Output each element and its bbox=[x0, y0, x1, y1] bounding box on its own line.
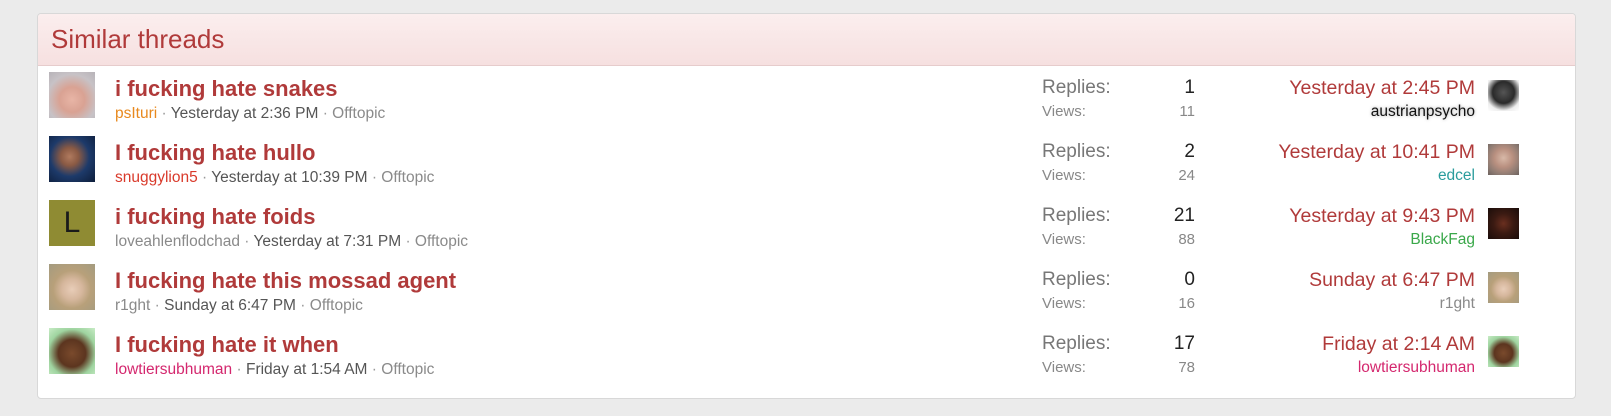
replies-label: Replies: bbox=[1042, 333, 1111, 354]
meta-separator: · bbox=[161, 105, 167, 122]
last-poster-avatar[interactable] bbox=[1488, 208, 1519, 239]
thread-meta: loveahlenflodchad · Yesterday at 7:31 PM… bbox=[115, 233, 468, 251]
thread-date[interactable]: Yesterday at 7:31 PM bbox=[253, 233, 401, 250]
author-avatar[interactable] bbox=[49, 136, 95, 182]
author-link[interactable]: psIturi bbox=[115, 105, 157, 122]
last-post-user[interactable]: lowtiersubhuman bbox=[1358, 359, 1475, 377]
thread-meta: snuggylion5 · Yesterday at 10:39 PM · Of… bbox=[115, 169, 434, 187]
thread-date[interactable]: Sunday at 6:47 PM bbox=[164, 297, 296, 314]
replies-label: Replies: bbox=[1042, 77, 1111, 98]
views-label: Views: bbox=[1042, 295, 1086, 312]
meta-separator: · bbox=[236, 361, 242, 378]
views-label: Views: bbox=[1042, 359, 1086, 376]
views-count: 24 bbox=[1178, 167, 1195, 184]
block-title: Similar threads bbox=[51, 24, 225, 54]
views-label: Views: bbox=[1042, 167, 1086, 184]
views-label: Views: bbox=[1042, 231, 1086, 248]
thread-row: i fucking hate snakes psIturi · Yesterda… bbox=[38, 66, 1575, 130]
replies-label: Replies: bbox=[1042, 141, 1111, 162]
meta-separator: · bbox=[244, 233, 250, 250]
replies-count: 1 bbox=[1184, 77, 1195, 98]
author-link[interactable]: r1ght bbox=[115, 297, 150, 314]
last-post-date[interactable]: Yesterday at 2:45 PM bbox=[1289, 77, 1475, 100]
forum-link[interactable]: Offtopic bbox=[310, 297, 363, 314]
forum-link[interactable]: Offtopic bbox=[381, 361, 434, 378]
views-count: 16 bbox=[1178, 295, 1195, 312]
last-post-user[interactable]: edcel bbox=[1438, 167, 1475, 185]
replies-count: 17 bbox=[1173, 333, 1195, 354]
thread-title-link[interactable]: i fucking hate snakes bbox=[115, 76, 338, 102]
author-link[interactable]: snuggylion5 bbox=[115, 169, 198, 186]
thread-row: I fucking hate this mossad agent r1ght ·… bbox=[38, 258, 1575, 322]
thread-title-link[interactable]: i fucking hate foids bbox=[115, 204, 315, 230]
author-link[interactable]: loveahlenflodchad bbox=[115, 233, 240, 250]
last-post-date[interactable]: Yesterday at 10:41 PM bbox=[1278, 141, 1475, 164]
author-avatar[interactable] bbox=[49, 328, 95, 374]
last-post-date[interactable]: Sunday at 6:47 PM bbox=[1309, 269, 1475, 292]
last-post-user[interactable]: austrianpsycho bbox=[1371, 103, 1475, 121]
meta-separator: · bbox=[300, 297, 306, 314]
thread-title-link[interactable]: I fucking hate hullo bbox=[115, 140, 315, 166]
thread-meta: lowtiersubhuman · Friday at 1:54 AM · Of… bbox=[115, 361, 434, 379]
replies-label: Replies: bbox=[1042, 205, 1111, 226]
author-avatar[interactable] bbox=[49, 264, 95, 310]
meta-separator: · bbox=[202, 169, 208, 186]
forum-link[interactable]: Offtopic bbox=[415, 233, 468, 250]
last-poster-avatar[interactable] bbox=[1488, 80, 1519, 111]
meta-separator: · bbox=[154, 297, 160, 314]
forum-link[interactable]: Offtopic bbox=[332, 105, 385, 122]
last-poster-avatar[interactable] bbox=[1488, 336, 1519, 367]
last-post-date[interactable]: Yesterday at 9:43 PM bbox=[1289, 205, 1475, 228]
forum-link[interactable]: Offtopic bbox=[381, 169, 434, 186]
replies-label: Replies: bbox=[1042, 269, 1111, 290]
author-link[interactable]: lowtiersubhuman bbox=[115, 361, 232, 378]
last-post-date[interactable]: Friday at 2:14 AM bbox=[1322, 333, 1475, 356]
replies-count: 21 bbox=[1173, 205, 1195, 226]
similar-threads-block: Similar threads i fucking hate snakes ps… bbox=[37, 13, 1576, 399]
thread-date[interactable]: Yesterday at 10:39 PM bbox=[211, 169, 367, 186]
meta-separator: · bbox=[322, 105, 328, 122]
meta-separator: · bbox=[405, 233, 411, 250]
meta-separator: · bbox=[371, 169, 377, 186]
last-poster-avatar[interactable] bbox=[1488, 144, 1519, 175]
block-header: Similar threads bbox=[38, 14, 1575, 66]
last-post-user[interactable]: r1ght bbox=[1440, 295, 1475, 313]
author-avatar[interactable] bbox=[49, 72, 95, 118]
thread-meta: r1ght · Sunday at 6:47 PM · Offtopic bbox=[115, 297, 363, 315]
last-post-user[interactable]: BlackFag bbox=[1410, 231, 1475, 249]
views-label: Views: bbox=[1042, 103, 1086, 120]
thread-row: I fucking hate hullo snuggylion5 · Yeste… bbox=[38, 130, 1575, 194]
thread-row: L i fucking hate foids loveahlenflodchad… bbox=[38, 194, 1575, 258]
replies-count: 0 bbox=[1184, 269, 1195, 290]
thread-title-link[interactable]: I fucking hate this mossad agent bbox=[115, 268, 456, 294]
views-count: 78 bbox=[1178, 359, 1195, 376]
thread-date[interactable]: Yesterday at 2:36 PM bbox=[171, 105, 319, 122]
author-avatar[interactable]: L bbox=[49, 200, 95, 246]
last-poster-avatar[interactable] bbox=[1488, 272, 1519, 303]
views-count: 11 bbox=[1179, 103, 1195, 120]
thread-row: I fucking hate it when lowtiersubhuman ·… bbox=[38, 322, 1575, 386]
views-count: 88 bbox=[1178, 231, 1195, 248]
meta-separator: · bbox=[371, 361, 377, 378]
thread-date[interactable]: Friday at 1:54 AM bbox=[246, 361, 367, 378]
thread-title-link[interactable]: I fucking hate it when bbox=[115, 332, 339, 358]
thread-meta: psIturi · Yesterday at 2:36 PM · Offtopi… bbox=[115, 105, 385, 123]
replies-count: 2 bbox=[1184, 141, 1195, 162]
